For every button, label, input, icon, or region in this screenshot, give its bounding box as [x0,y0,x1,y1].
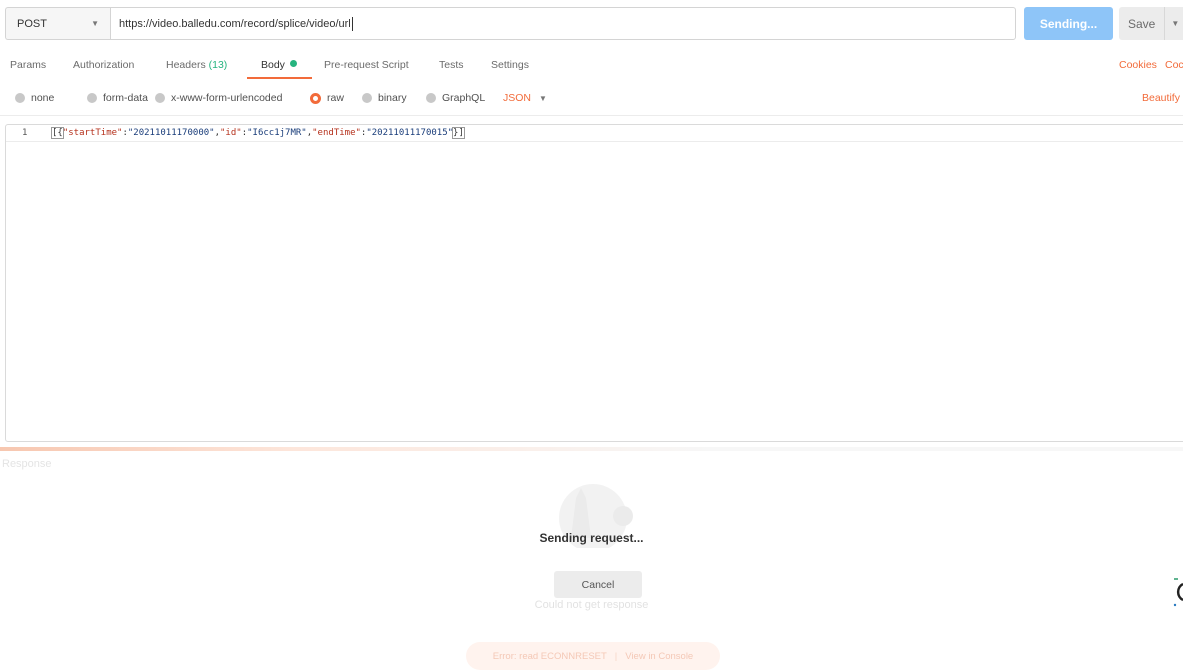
tab-body[interactable]: Body [261,59,297,71]
radio-label: form-data [103,92,148,104]
radio-label: GraphQL [442,92,486,104]
tab-settings[interactable]: Settings [491,59,529,71]
format-select[interactable]: JSON ▼ [503,92,547,104]
url-text: https://video.balledu.com/record/splice/… [119,17,351,30]
radio-label: x-www-form-urlencoded [171,92,283,104]
sending-request-title: Sending request... [539,531,644,545]
chevron-down-icon[interactable]: ▼ [1171,19,1179,28]
radio-none[interactable]: none [15,92,54,104]
tab-params[interactable]: Params [10,59,46,71]
url-input[interactable]: https://video.balledu.com/record/splice/… [110,7,1016,40]
response-label: Response [2,458,52,470]
method-select[interactable]: POST ▼ [5,7,110,40]
code-token: "startTime" [62,128,123,138]
tab-headers-label: Headers [166,59,206,71]
cancel-button[interactable]: Cancel [554,571,642,598]
code-token: [{ [51,127,64,139]
tab-headers[interactable]: Headers (13) [166,59,227,71]
code-editor[interactable] [5,124,1183,442]
tab-tests[interactable]: Tests [439,59,464,71]
radio-graphql[interactable]: GraphQL [426,92,485,104]
floating-widget-icon[interactable] [1172,576,1183,610]
text-cursor [351,16,353,31]
code-token: "20211011170015" [366,128,454,138]
code-token: "20211011170000" [127,128,215,138]
divider [0,115,1183,116]
radio-form-data[interactable]: form-data [87,92,148,104]
radio-selected-icon [310,92,321,104]
format-label: JSON [503,92,532,104]
radio-icon [155,93,165,103]
save-label: Save [1128,16,1156,31]
active-dot-icon [289,60,297,67]
beautify-link[interactable]: Beautify [1142,92,1180,104]
headers-count: (13) [208,59,228,71]
cookies-link[interactable]: Cookies [1119,59,1157,71]
code-token: "endTime" [312,128,361,138]
radio-label: binary [378,92,407,104]
error-detail: Error: read ECONNRESET [492,650,607,662]
radio-icon [87,93,97,103]
error-banner: Error: read ECONNRESET | View in Console [466,642,720,670]
radio-x-www-form-urlencoded[interactable]: x-www-form-urlencoded [155,92,282,104]
radio-icon [15,93,25,103]
method-label: POST [17,17,47,30]
tab-pre-request-script[interactable]: Pre-request Script [324,59,409,71]
radio-icon [362,93,372,103]
radio-icon [426,93,436,103]
radio-binary[interactable]: binary [362,92,407,104]
chevron-down-icon: ▼ [91,19,99,28]
active-tab-indicator [247,77,312,79]
response-error-text: Could not get response [534,599,649,611]
view-console-link[interactable]: View in Console [625,651,693,662]
divider: | [614,650,618,662]
divider [1164,7,1166,40]
code-link[interactable]: Coc [1165,59,1183,71]
save-button[interactable]: Save ▼ [1119,7,1183,40]
tab-authorization[interactable]: Authorization [73,59,134,71]
code-line[interactable]: [{"startTime":"20211011170000","id":"I6c… [51,127,465,139]
radio-label: raw [327,92,344,104]
code-token: "id" [220,128,242,138]
line-number: 1 [22,128,28,138]
send-button[interactable]: Sending... [1024,7,1113,40]
radio-raw[interactable]: raw [310,92,344,104]
code-token: "I6cc1j7MR" [247,128,307,138]
code-token: }] [452,127,465,139]
chevron-down-icon: ▼ [539,93,547,103]
radio-label: none [31,92,55,104]
pane-resize-handle[interactable] [0,447,1183,451]
tab-body-label: Body [261,59,285,71]
